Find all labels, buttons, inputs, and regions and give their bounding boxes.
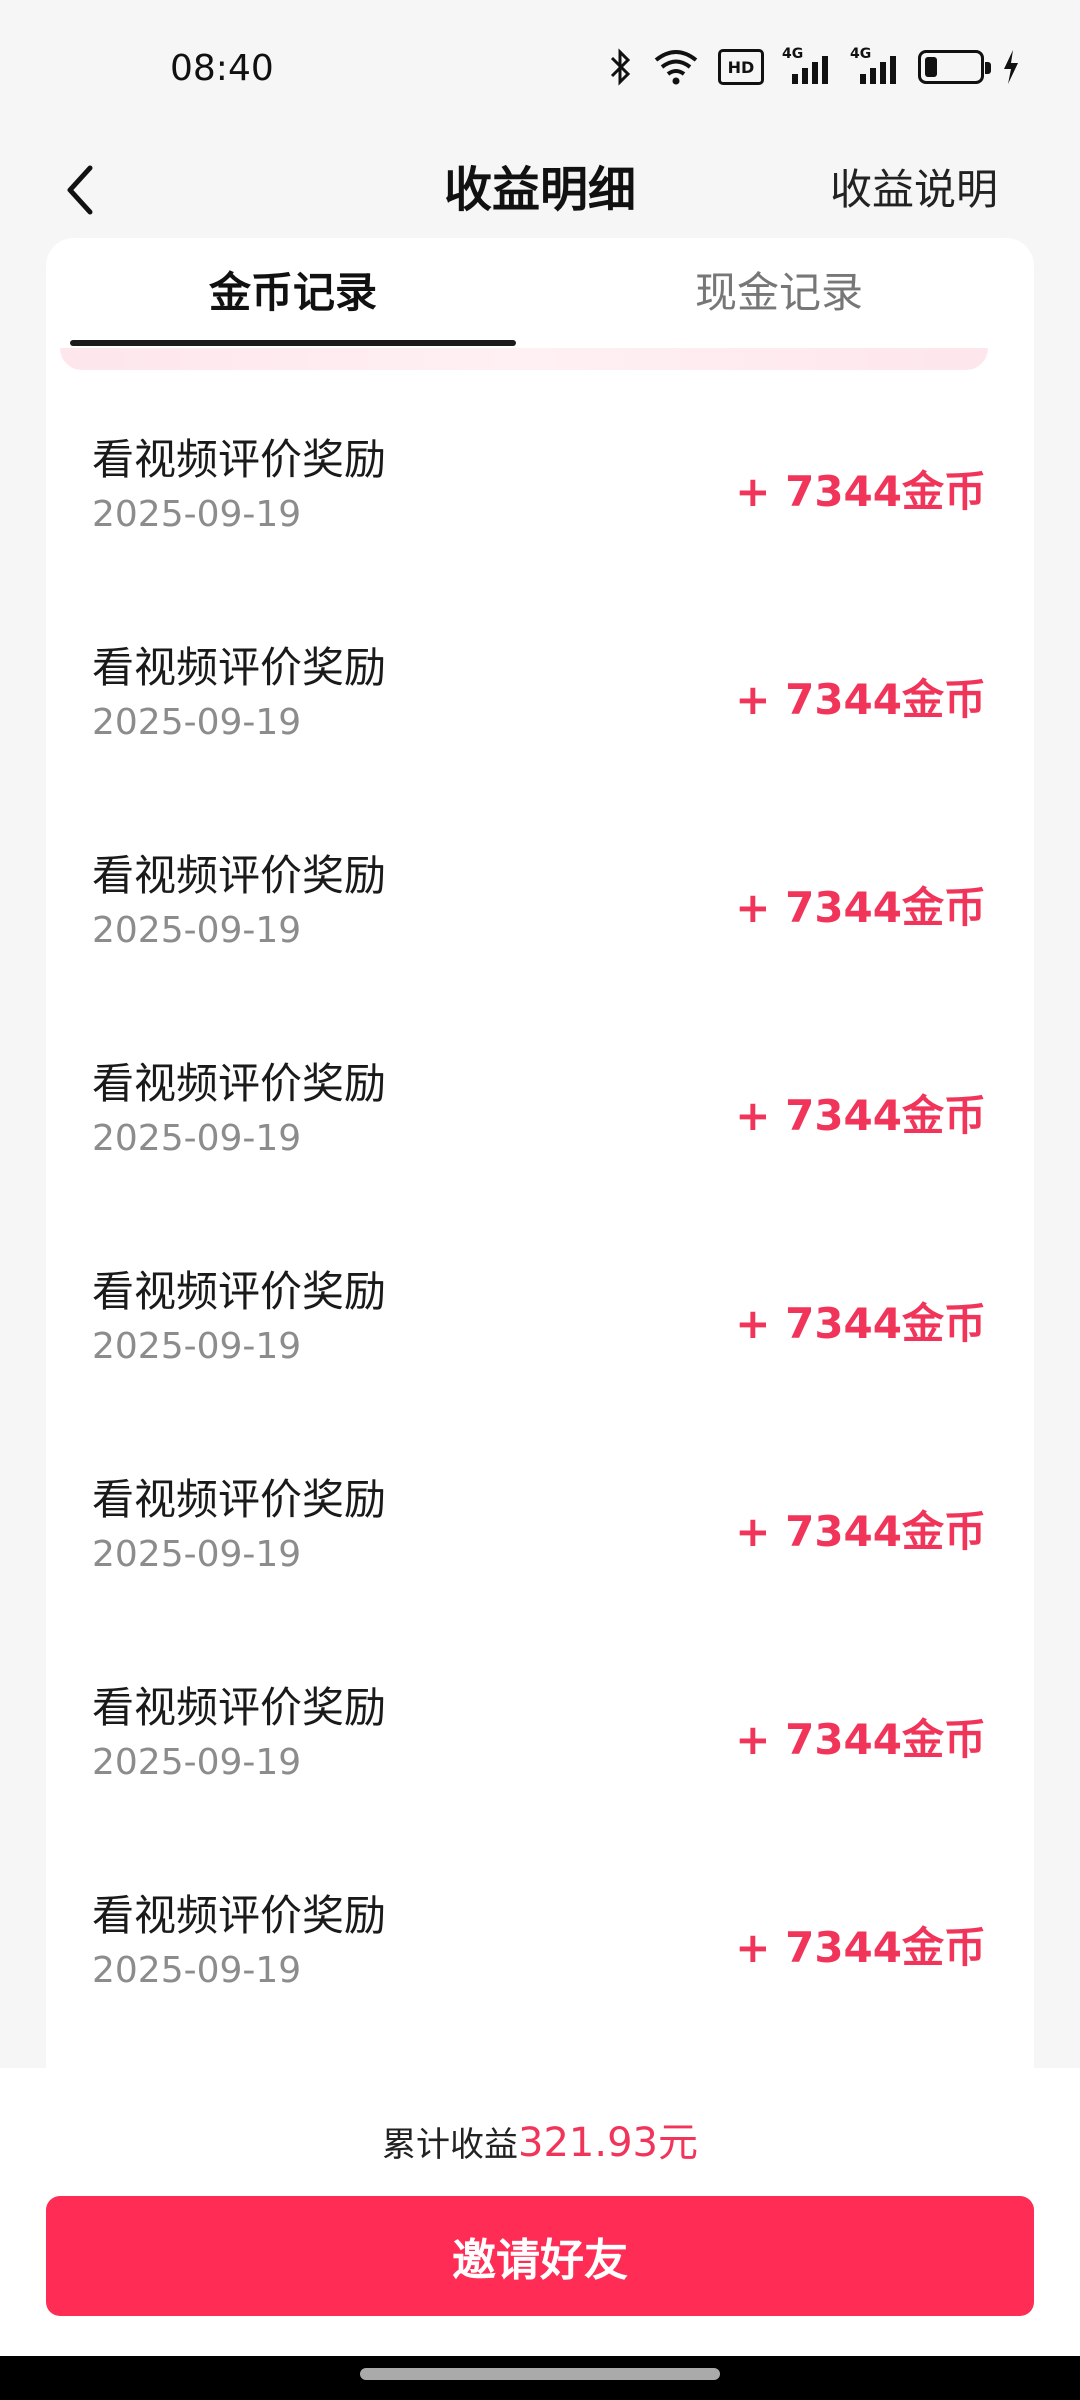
- status-icons: HD 4G 4G: [608, 42, 1020, 92]
- total-earnings-amount: 321.93元: [518, 2120, 698, 2166]
- record-amount: + 7344金币: [735, 1507, 986, 1556]
- record-date: 2025-09-19: [92, 1950, 302, 1991]
- battery-icon: [918, 50, 991, 84]
- list-item: 看视频评价奖励 2025-09-19 + 7344金币: [46, 376, 1034, 584]
- hd-icon: HD: [718, 49, 764, 85]
- list-item: 看视频评价奖励 2025-09-19 + 7344金币: [46, 792, 1034, 1000]
- signal-4g-icon: 4G: [782, 46, 832, 86]
- record-date: 2025-09-19: [92, 1742, 302, 1783]
- record-title: 看视频评价奖励: [92, 1683, 387, 1732]
- list-item: 看视频评价奖励 2025-09-19 + 7344金币: [46, 1208, 1034, 1416]
- record-title: 看视频评价奖励: [92, 851, 387, 900]
- list-item: 看视频评价奖励 2025-09-19 + 7344金币: [46, 1000, 1034, 1208]
- list-item: 看视频评价奖励 2025-09-19 + 7344金币: [46, 1624, 1034, 1832]
- earnings-help-link[interactable]: 收益说明: [830, 140, 998, 240]
- record-title: 看视频评价奖励: [92, 1891, 387, 1940]
- record-date: 2025-09-19: [92, 910, 302, 951]
- record-amount: + 7344金币: [735, 1299, 986, 1348]
- footer: 累计收益321.93元 邀请好友: [0, 2068, 1080, 2356]
- record-date: 2025-09-19: [92, 1326, 302, 1367]
- record-list[interactable]: 看视频评价奖励 2025-09-19 + 7344金币 看视频评价奖励 2025…: [46, 376, 1034, 2040]
- charging-icon: [1002, 50, 1020, 84]
- record-date: 2025-09-19: [92, 702, 302, 743]
- tab-coin-records[interactable]: 金币记录: [70, 238, 516, 348]
- record-title: 看视频评价奖励: [92, 643, 387, 692]
- record-date: 2025-09-19: [92, 1534, 302, 1575]
- tab-bar: 金币记录 现金记录: [46, 238, 1034, 348]
- total-earnings: 累计收益321.93元: [0, 2110, 1080, 2168]
- record-title: 看视频评价奖励: [92, 1059, 387, 1108]
- record-amount: + 7344金币: [735, 1923, 986, 1972]
- list-item: 看视频评价奖励 2025-09-19 + 7344金币: [46, 1416, 1034, 1624]
- bluetooth-icon: [608, 47, 634, 87]
- banner-peek: [60, 348, 988, 370]
- home-gesture-handle[interactable]: [360, 2368, 720, 2380]
- active-tab-indicator: [70, 340, 516, 346]
- list-item: 看视频评价奖励 2025-09-19 + 7344金币: [46, 584, 1034, 792]
- tab-cash-records[interactable]: 现金记录: [556, 238, 1002, 348]
- record-date: 2025-09-19: [92, 1118, 302, 1159]
- signal-4g-icon: 4G: [850, 46, 900, 86]
- status-time: 08:40: [170, 48, 274, 89]
- record-amount: + 7344金币: [735, 1715, 986, 1764]
- records-card: 金币记录 现金记录 看视频评价奖励 2025-09-19 + 7344金币 看视…: [46, 238, 1034, 2068]
- record-date: 2025-09-19: [92, 494, 302, 535]
- record-title: 看视频评价奖励: [92, 435, 387, 484]
- status-bar: 08:40 HD 4G 4G: [0, 0, 1080, 140]
- record-amount: + 7344金币: [735, 1091, 986, 1140]
- record-amount: + 7344金币: [735, 883, 986, 932]
- total-earnings-label: 累计收益: [382, 2125, 519, 2165]
- list-item: 看视频评价奖励 2025-09-19 + 7344金币: [46, 1832, 1034, 2040]
- wifi-icon: [652, 48, 700, 86]
- record-title: 看视频评价奖励: [92, 1267, 387, 1316]
- record-amount: + 7344金币: [735, 675, 986, 724]
- record-amount: + 7344金币: [735, 467, 986, 516]
- header: 收益明细 收益说明: [0, 140, 1080, 240]
- system-nav-bar: [0, 2356, 1080, 2400]
- record-title: 看视频评价奖励: [92, 1475, 387, 1524]
- invite-friends-button[interactable]: 邀请好友: [46, 2196, 1034, 2316]
